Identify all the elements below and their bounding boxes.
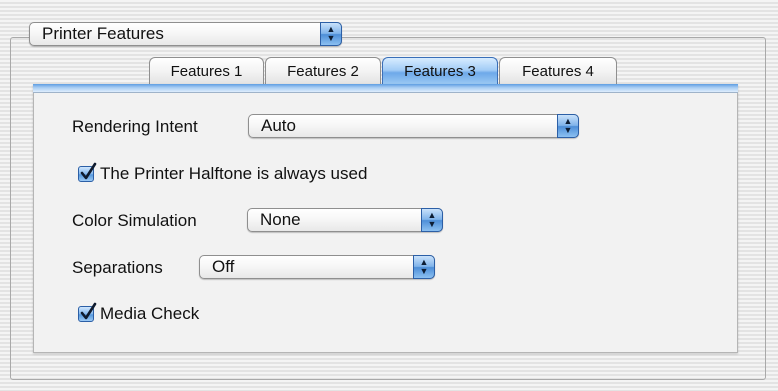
color-simulation-popup[interactable]: None ▲ ▼ [247, 208, 443, 232]
up-down-arrows-icon: ▲ ▼ [557, 114, 579, 138]
tab-features-1[interactable]: Features 1 [149, 57, 264, 85]
media-check-label: Media Check [100, 304, 200, 323]
up-down-arrows-icon: ▲ ▼ [320, 22, 342, 46]
checkmark-icon [80, 302, 97, 320]
feature-tabs: Features 1 Features 2 Features 3 Feature… [149, 57, 618, 86]
tab-features-2[interactable]: Features 2 [265, 57, 381, 85]
color-simulation-value: None [260, 210, 301, 229]
tab-features-4[interactable]: Features 4 [499, 57, 617, 85]
rendering-intent-label: Rendering Intent [72, 117, 198, 136]
media-check-checkbox[interactable] [78, 302, 97, 322]
media-check-checkbox-row[interactable]: Media Check [78, 302, 200, 325]
panel-top-bar [33, 84, 738, 93]
separations-popup[interactable]: Off ▲ ▼ [199, 255, 435, 279]
tab-features-3[interactable]: Features 3 [382, 57, 498, 85]
printer-halftone-checkbox-row[interactable]: The Printer Halftone is always used [78, 162, 368, 185]
checkmark-icon [80, 162, 97, 180]
separations-label: Separations [72, 258, 163, 277]
printer-features-popup[interactable]: Printer Features ▲ ▼ [29, 22, 342, 46]
up-down-arrows-icon: ▲ ▼ [413, 255, 435, 279]
up-down-arrows-icon: ▲ ▼ [421, 208, 443, 232]
printer-halftone-label: The Printer Halftone is always used [100, 164, 368, 183]
rendering-intent-value: Auto [261, 116, 296, 135]
color-simulation-label: Color Simulation [72, 211, 197, 230]
printer-halftone-checkbox[interactable] [78, 162, 97, 182]
printer-features-popup-value: Printer Features [42, 24, 164, 43]
rendering-intent-popup[interactable]: Auto ▲ ▼ [248, 114, 579, 138]
separations-value: Off [212, 257, 235, 276]
